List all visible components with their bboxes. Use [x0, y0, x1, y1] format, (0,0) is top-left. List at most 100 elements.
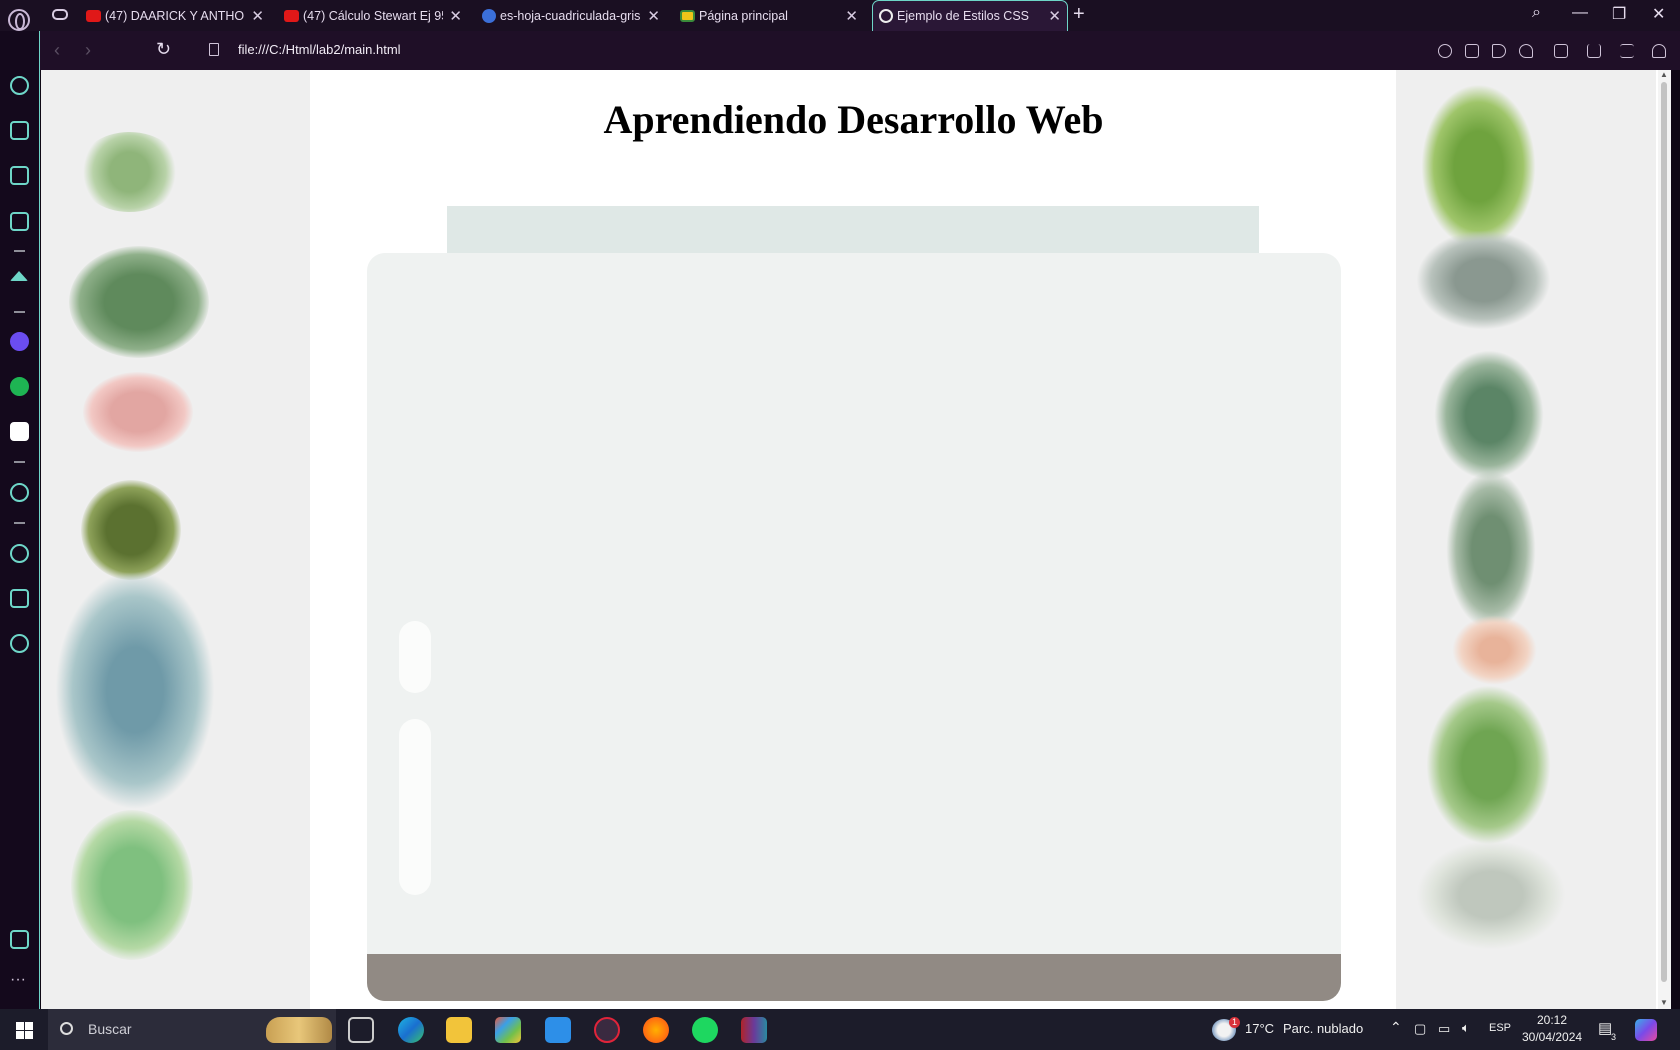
sidebar-divider	[14, 311, 25, 313]
file-icon	[209, 43, 219, 56]
forward-button[interactable]: ›	[85, 40, 91, 61]
spotify-icon[interactable]	[692, 1017, 718, 1043]
gamepad-icon[interactable]	[52, 9, 68, 20]
crypto-wallet-icon[interactable]	[10, 121, 29, 140]
zoom-icon[interactable]	[1438, 44, 1452, 58]
flowering-cactus-plant	[1421, 84, 1536, 249]
close-icon[interactable]: ✕	[449, 7, 462, 25]
snapshot-icon[interactable]	[1465, 44, 1479, 58]
mail-icon[interactable]	[545, 1017, 571, 1043]
aria-icon[interactable]	[10, 271, 28, 281]
close-window-icon[interactable]: ✕	[1652, 4, 1665, 24]
sidebar-divider	[14, 522, 25, 524]
prickly-pear-plant	[1426, 685, 1551, 845]
easy-setup-icon[interactable]	[1620, 44, 1634, 58]
scroll-up-icon[interactable]: ▲	[1660, 70, 1668, 79]
opera-logo-icon[interactable]	[8, 9, 30, 31]
search-tabs-icon[interactable]: ⌕	[1532, 4, 1541, 22]
moss-plant	[81, 480, 181, 580]
card-pill-small	[399, 621, 431, 693]
volume-icon[interactable]: 🔈︎	[1462, 1020, 1470, 1036]
notification-count: 3	[1611, 1032, 1617, 1042]
windows-start-icon[interactable]	[16, 1022, 33, 1039]
search-icon	[60, 1022, 73, 1035]
download-icon[interactable]	[1587, 44, 1601, 58]
sidebar-divider	[14, 461, 25, 463]
agave-plant	[1434, 350, 1544, 480]
clock-date[interactable]: 30/04/2024	[1522, 1030, 1582, 1044]
scroll-down-icon[interactable]: ▼	[1660, 998, 1668, 1007]
url-field[interactable]: file:///C:/Html/lab2/main.html	[238, 42, 401, 57]
scroll-thumb[interactable]	[1661, 82, 1667, 982]
opera-sidebar: ···	[0, 31, 40, 1009]
reload-button[interactable]: ↻	[156, 39, 171, 60]
right-plant-column	[1396, 70, 1656, 1009]
tab-label: Ejemplo de Estilos CSS	[897, 9, 1030, 23]
header-band	[447, 206, 1259, 256]
restore-icon[interactable]: ❐	[1612, 4, 1626, 24]
close-icon[interactable]: ✕	[845, 7, 858, 25]
meet-now-icon[interactable]: ▢	[1414, 1021, 1426, 1037]
whatsapp-icon[interactable]	[10, 377, 29, 396]
weather-description[interactable]: Parc. nublado	[1283, 1021, 1363, 1036]
tab-youtube-calculo[interactable]: (47) Cálculo Stewart Ej 95 E ✕	[278, 0, 468, 31]
tab-ejemplo-estilos-css[interactable]: Ejemplo de Estilos CSS ✕	[872, 0, 1068, 31]
firefox-icon[interactable]	[643, 1017, 669, 1043]
page-title: Aprendiendo Desarrollo Web	[603, 97, 1104, 142]
speed-dial-icon[interactable]	[10, 76, 29, 95]
task-view-icon[interactable]	[348, 1017, 374, 1043]
winrar-icon[interactable]	[741, 1017, 767, 1043]
weather-temperature[interactable]: 17°C	[1245, 1021, 1274, 1036]
messenger-icon[interactable]	[10, 332, 29, 351]
succulent-green-plant	[69, 246, 209, 358]
close-icon[interactable]: ✕	[1048, 7, 1061, 25]
close-icon[interactable]: ✕	[647, 7, 660, 25]
vertical-scrollbar[interactable]: ▲ ▼	[1658, 70, 1671, 1009]
profile-icon[interactable]	[1652, 44, 1666, 58]
history-icon[interactable]	[10, 544, 29, 563]
ball-cactus-plant	[1416, 840, 1566, 950]
more-icon[interactable]: ···	[10, 972, 29, 995]
clock-time[interactable]: 20:12	[1537, 1013, 1567, 1027]
card-pill-large	[399, 719, 431, 895]
succulent-light-green-plant	[71, 810, 193, 960]
language-indicator[interactable]: ESP	[1489, 1022, 1511, 1034]
microsoft-store-icon[interactable]	[495, 1017, 521, 1043]
discord-icon[interactable]	[10, 422, 29, 441]
tab-strip: (47) DAARICK Y ANTHONY ✕ (47) Cálculo St…	[0, 0, 1680, 31]
file-explorer-icon[interactable]	[446, 1017, 472, 1043]
minimize-icon[interactable]: —	[1572, 4, 1588, 22]
chevron-up-icon[interactable]: ⌃	[1390, 1019, 1402, 1036]
page-viewport: Aprendiendo Desarrollo Web ▲ ▼	[41, 70, 1671, 1009]
player-icon[interactable]	[10, 483, 29, 502]
copilot-icon[interactable]	[1635, 1019, 1657, 1041]
twitch-icon[interactable]	[10, 166, 29, 185]
send-icon[interactable]	[1492, 44, 1506, 58]
cube-icon[interactable]	[1554, 44, 1568, 58]
close-icon[interactable]: ✕	[251, 7, 264, 25]
settings-icon[interactable]	[10, 634, 29, 653]
tab-youtube-daarick[interactable]: (47) DAARICK Y ANTHONY ✕	[80, 0, 270, 31]
image-icon[interactable]	[10, 930, 29, 949]
sidebar-divider	[14, 250, 25, 252]
tab-label: Página principal	[699, 8, 788, 23]
content-card	[367, 253, 1341, 1001]
heart-icon[interactable]	[1519, 44, 1533, 58]
search-input[interactable]: Buscar	[88, 1021, 132, 1037]
address-bar: ‹ › ↻ file:///C:/Html/lab2/main.html	[40, 31, 1680, 70]
network-icon[interactable]: ▭	[1438, 1021, 1450, 1037]
back-button[interactable]: ‹	[54, 40, 60, 61]
opera-gx-icon[interactable]	[594, 1017, 620, 1043]
edge-icon[interactable]	[398, 1017, 424, 1043]
tab-label: (47) Cálculo Stewart Ej 95 E	[303, 8, 443, 23]
card-footer	[367, 954, 1341, 1001]
string-of-pearls-plant	[77, 132, 182, 212]
left-plant-column	[41, 70, 310, 1009]
workspace-icon[interactable]	[10, 212, 29, 231]
new-tab-button[interactable]: +	[1073, 3, 1085, 26]
tab-pagina-principal[interactable]: Página principal ✕	[674, 0, 864, 31]
extensions-icon[interactable]	[10, 589, 29, 608]
succulent-pink-plant	[83, 372, 193, 452]
eucalyptus-branch-plant	[55, 570, 215, 810]
tab-hoja-cuadriculada[interactable]: es-hoja-cuadriculada-gris.p ✕	[476, 0, 666, 31]
